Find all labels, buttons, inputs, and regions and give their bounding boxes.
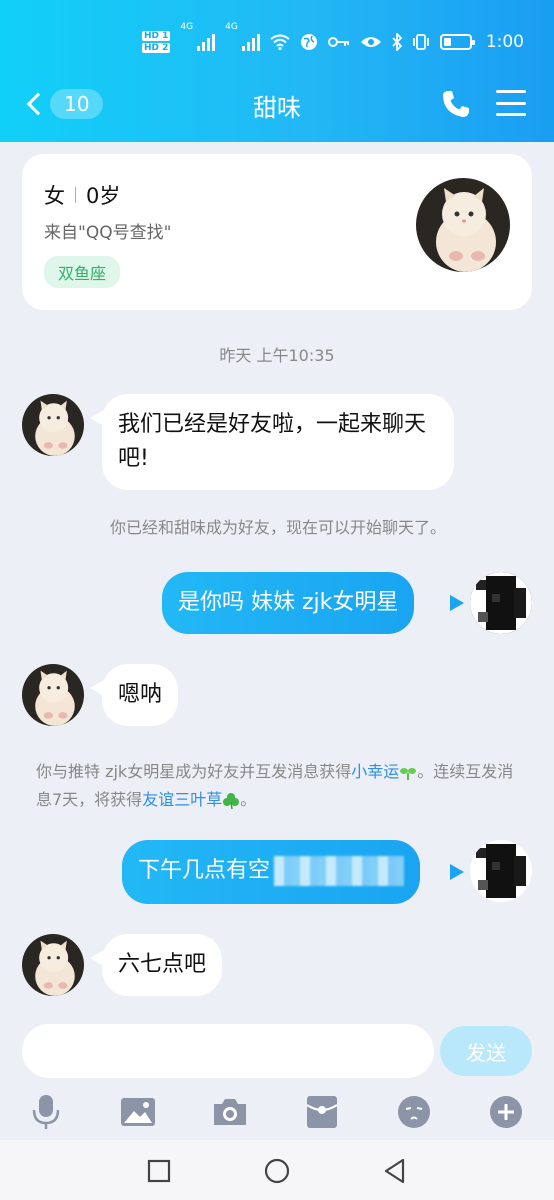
hd1-badge: HD 1 [142, 31, 171, 41]
composer: 发送 [0, 1014, 554, 1088]
signal-icon [197, 33, 216, 51]
message-text: 下午几点有空 [138, 858, 271, 883]
signal-icon-2 [241, 33, 260, 51]
home-icon[interactable] [264, 1158, 290, 1184]
reward-text-c: 。 [240, 790, 257, 809]
message-bubble-incoming[interactable]: 嗯呐 [102, 664, 179, 726]
image-icon[interactable] [118, 1092, 158, 1132]
menu-icon[interactable] [496, 90, 526, 116]
bubble-tail [450, 595, 464, 611]
profile-card[interactable]: 女 0岁 来自"QQ号查找" 双鱼座 [22, 154, 532, 310]
sprout-icon [400, 767, 417, 780]
mic-icon[interactable] [26, 1092, 66, 1132]
hd2-badge: HD 2 [142, 43, 171, 53]
plus-icon[interactable] [486, 1092, 526, 1132]
bluetooth-icon [392, 33, 402, 51]
status-bar: HD 1 HD 2 4G 4G 1:00 [142, 22, 524, 62]
profile-basic-info: 女 0岁 [44, 180, 120, 210]
camera-icon[interactable] [210, 1092, 250, 1132]
network-type-1: 4G [180, 22, 194, 32]
reward-text-a: 你与推特 zjk女明星成为好友并互发消息获得 [36, 762, 352, 781]
clock: 1:00 [485, 32, 524, 52]
message-bubble-outgoing[interactable]: 下午几点有空 [122, 840, 421, 904]
battery-icon [439, 34, 475, 50]
input-toolbar [0, 1088, 554, 1140]
message-input[interactable] [22, 1024, 434, 1078]
emoji-icon[interactable] [394, 1092, 434, 1132]
wifi-icon [270, 34, 290, 50]
red-packet-icon[interactable] [302, 1092, 342, 1132]
key-icon [327, 37, 349, 47]
lucky-link[interactable]: 小幸运 [351, 762, 399, 781]
phone-icon[interactable] [440, 88, 472, 120]
android-nav-bar [0, 1140, 554, 1200]
profile-avatar[interactable] [416, 178, 510, 272]
chat-header: HD 1 HD 2 4G 4G 1:00 10 甜味 [0, 0, 554, 142]
eye-icon [360, 37, 381, 47]
clover-icon [223, 792, 240, 809]
my-avatar[interactable] [470, 572, 532, 634]
profile-gender: 女 [44, 184, 65, 208]
my-avatar[interactable] [470, 840, 532, 902]
vibrate-icon [412, 34, 429, 50]
message-bubble-outgoing[interactable]: 是你吗 妹妹 zjk女明星 [162, 572, 415, 634]
profile-source: 来自"QQ号查找" [44, 223, 172, 243]
message-timestamp: 昨天 上午10:35 [219, 346, 335, 365]
nav-bar: 10 甜味 [0, 80, 554, 130]
contact-avatar[interactable] [22, 394, 84, 456]
divider [75, 187, 76, 203]
hd-badges: HD 1 HD 2 [142, 31, 171, 53]
zodiac-tag: 双鱼座 [44, 256, 121, 288]
profile-age: 0岁 [86, 184, 121, 208]
contact-avatar[interactable] [22, 664, 84, 726]
message-bubble-incoming[interactable]: 六七点吧 [102, 934, 223, 996]
globe-icon [300, 34, 317, 50]
system-notice: 你已经和甜味成为好友，现在可以开始聊天了。 [109, 518, 446, 537]
back-nav-icon[interactable] [382, 1158, 408, 1184]
system-notice-reward: 你与推特 zjk女明星成为好友并互发消息获得小幸运 。连续互发消息7天，将获得友谊… [36, 758, 520, 814]
send-button[interactable]: 发送 [440, 1026, 532, 1076]
contact-avatar[interactable] [22, 934, 84, 996]
clover-link[interactable]: 友谊三叶草 [142, 790, 222, 809]
message-bubble-incoming[interactable]: 我们已经是好友啦，一起来聊天吧! [102, 394, 454, 490]
recents-icon[interactable] [146, 1158, 172, 1184]
redacted-text [274, 856, 405, 886]
bubble-tail [450, 864, 464, 880]
network-type-2: 4G [225, 22, 238, 32]
